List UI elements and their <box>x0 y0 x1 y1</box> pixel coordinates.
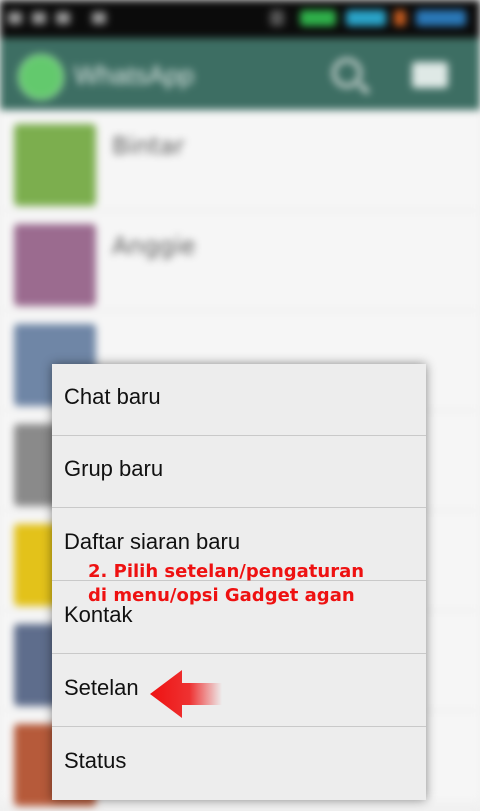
status-bar <box>0 0 480 38</box>
alarm-icon <box>270 10 284 26</box>
notification-icon <box>32 12 46 24</box>
notification-icon <box>92 12 106 24</box>
status-left-icons <box>8 10 118 24</box>
menu-item-label: Chat baru <box>64 384 161 409</box>
notification-icon <box>56 12 70 24</box>
tutorial-annotation: 2. Pilih setelan/pengaturan di menu/opsi… <box>88 560 428 608</box>
search-icon[interactable] <box>332 58 362 88</box>
whatsapp-logo-icon <box>18 54 64 100</box>
menu-item-label: Daftar siaran baru <box>64 529 241 554</box>
battery-icon <box>394 10 406 26</box>
menu-item-settings[interactable]: Setelan <box>52 655 426 727</box>
annotation-line-2: di menu/opsi Gadget agan <box>88 585 355 606</box>
red-arrow-icon <box>150 670 222 718</box>
avatar <box>14 124 96 206</box>
menu-item-label: Status <box>64 748 127 773</box>
chat-row[interactable]: Anggie <box>0 210 480 311</box>
chat-name: Bintar <box>112 132 185 160</box>
menu-item-label: Grup baru <box>64 456 164 481</box>
menu-item-label: Setelan <box>64 675 139 700</box>
status-right-icons <box>270 8 470 28</box>
chat-name: Anggie <box>112 232 196 260</box>
menu-item-new-chat[interactable]: Chat baru <box>52 364 426 436</box>
menu-item-new-group[interactable]: Grup baru <box>52 436 426 508</box>
new-chat-icon[interactable] <box>412 62 448 88</box>
wifi-icon <box>346 10 386 26</box>
app-title: WhatsApp <box>74 60 194 90</box>
app-bar: WhatsApp <box>0 38 480 110</box>
menu-item-status[interactable]: Status <box>52 728 426 800</box>
chat-row[interactable]: Bintar <box>0 110 480 211</box>
notification-icon <box>8 12 22 24</box>
clock-text <box>416 10 466 26</box>
signal-icon <box>300 10 336 26</box>
avatar <box>14 224 96 306</box>
annotation-line-1: 2. Pilih setelan/pengaturan <box>88 561 365 582</box>
